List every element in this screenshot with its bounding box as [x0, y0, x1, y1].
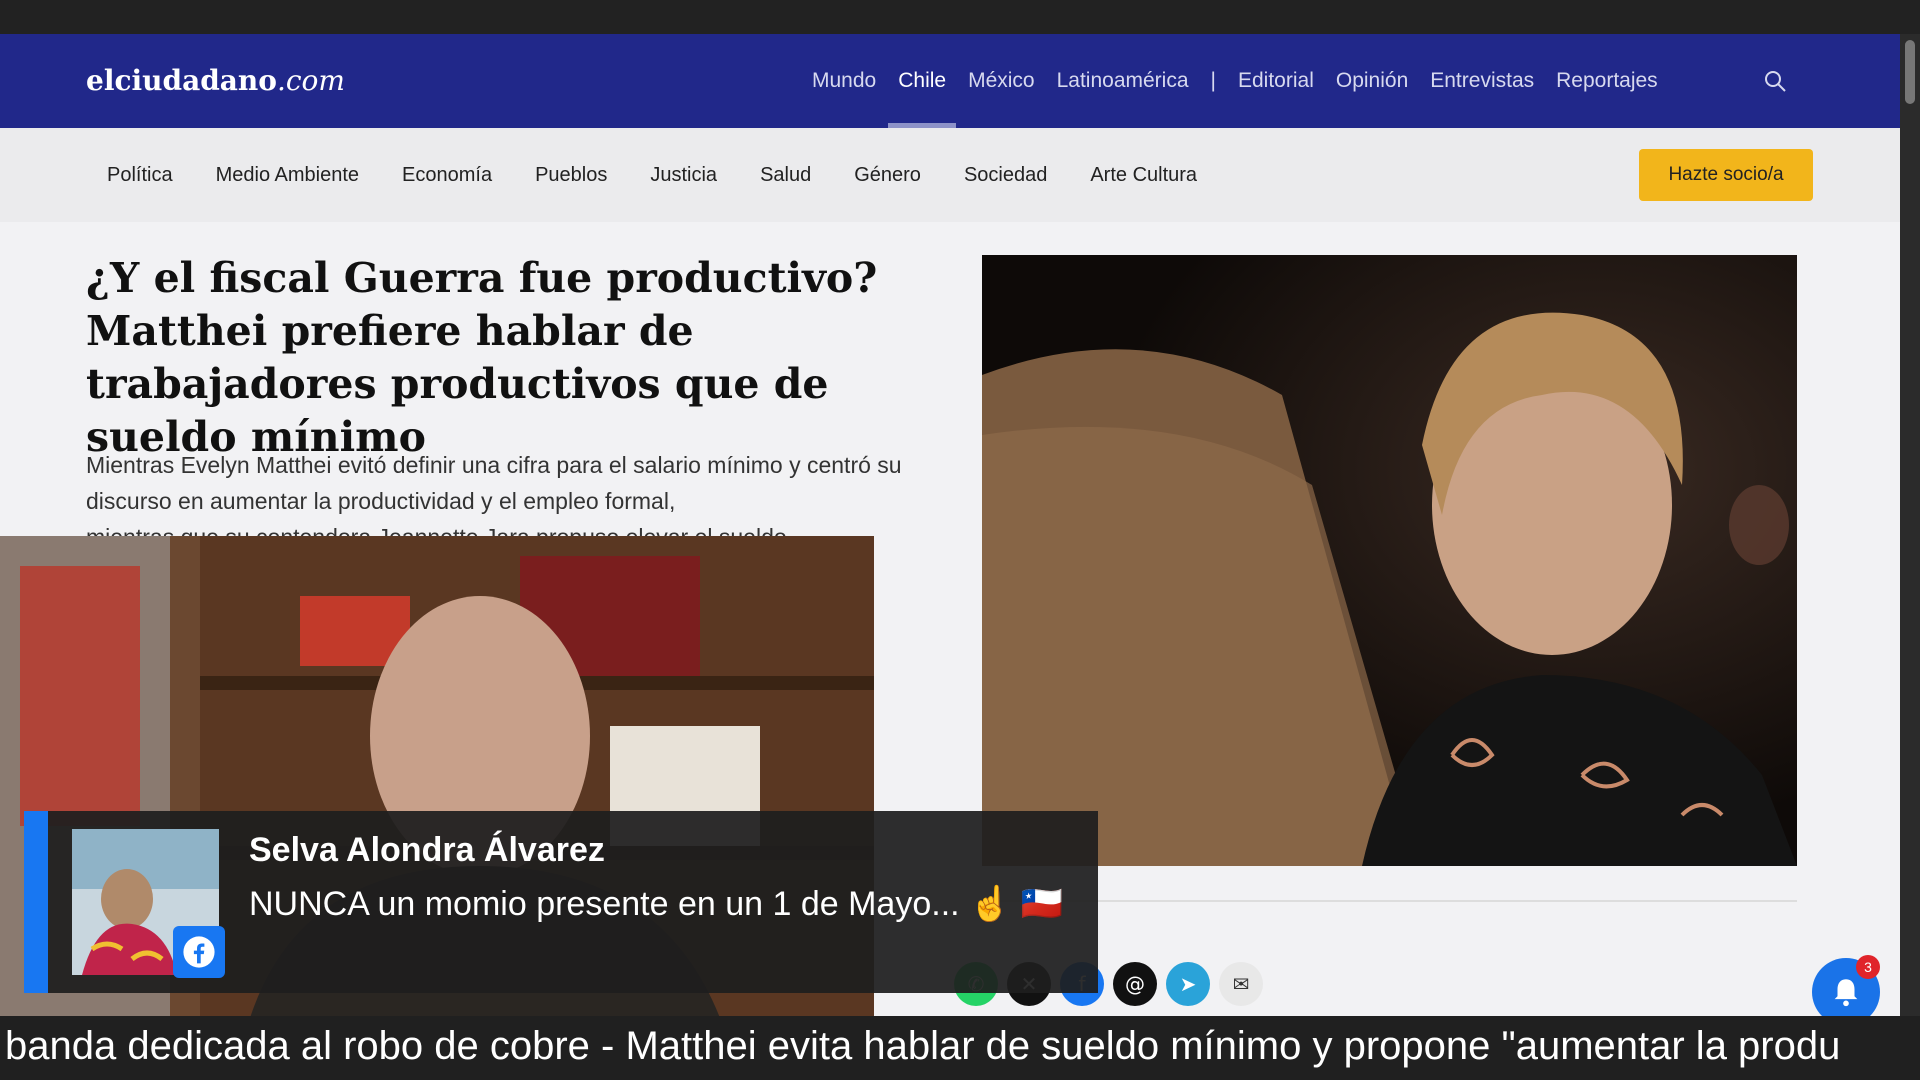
nav-reportajes[interactable]: Reportajes: [1556, 34, 1658, 128]
nav-latinoamerica[interactable]: Latinoamérica: [1057, 34, 1189, 128]
facebook-glyph: [183, 936, 215, 968]
section-nav: Política Medio Ambiente Economía Pueblos…: [0, 128, 1900, 222]
telegram-icon[interactable]: ➤: [1166, 962, 1210, 1006]
content-divider: [982, 900, 1797, 902]
news-ticker: banda dedicada al robo de cobre - Matthe…: [0, 1016, 1920, 1080]
section-medio-ambiente[interactable]: Medio Ambiente: [216, 164, 359, 187]
comment-text: NUNCA un momio presente en un 1 de Mayo.…: [249, 885, 1064, 923]
main-nav: Mundo Chile México Latinoamérica | Edito…: [812, 34, 1680, 128]
notification-count-badge: 3: [1856, 955, 1880, 979]
ticker-text: banda dedicada al robo de cobre - Matthe…: [5, 1024, 1841, 1068]
browser-top-bar: [0, 0, 1920, 34]
bell-glyph: [1834, 979, 1858, 1007]
comment-author: Selva Alondra Álvarez: [249, 831, 605, 869]
nav-separator: |: [1210, 69, 1216, 92]
threads-icon[interactable]: @: [1113, 962, 1157, 1006]
facebook-icon: [173, 926, 225, 978]
live-comment-overlay: Selva Alondra Álvarez NUNCA un momio pre…: [24, 811, 1098, 993]
scrollbar-thumb[interactable]: [1905, 40, 1915, 104]
article-photo[interactable]: [982, 255, 1797, 866]
article-headline[interactable]: ¿Y el fiscal Guerra fue productivo? Matt…: [86, 252, 936, 464]
nav-editorial[interactable]: Editorial: [1238, 34, 1314, 128]
search-icon[interactable]: [1763, 69, 1787, 93]
section-genero[interactable]: Género: [854, 164, 921, 187]
email-icon[interactable]: ✉: [1219, 962, 1263, 1006]
section-salud[interactable]: Salud: [760, 164, 811, 187]
article-photo-illustration: [982, 255, 1797, 866]
nav-opinion[interactable]: Opinión: [1336, 34, 1408, 128]
scrollbar-track[interactable]: [1900, 34, 1920, 1080]
section-justicia[interactable]: Justicia: [650, 164, 717, 187]
section-politica[interactable]: Política: [107, 164, 173, 187]
hazte-socio-button[interactable]: Hazte socio/a: [1639, 149, 1813, 201]
nav-entrevistas[interactable]: Entrevistas: [1430, 34, 1534, 128]
nav-chile[interactable]: Chile: [888, 34, 956, 128]
comment-accent-bar: [24, 811, 48, 993]
nav-mundo[interactable]: Mundo: [812, 34, 876, 128]
section-arte-cultura[interactable]: Arte Cultura: [1090, 164, 1197, 187]
section-economia[interactable]: Economía: [402, 164, 492, 187]
section-sociedad[interactable]: Sociedad: [964, 164, 1047, 187]
site-logo[interactable]: elciudadano.com: [86, 64, 345, 97]
nav-mexico[interactable]: México: [968, 34, 1035, 128]
section-pueblos[interactable]: Pueblos: [535, 164, 607, 187]
article-lede: Mientras Evelyn Matthei evitó definir un…: [86, 452, 902, 514]
